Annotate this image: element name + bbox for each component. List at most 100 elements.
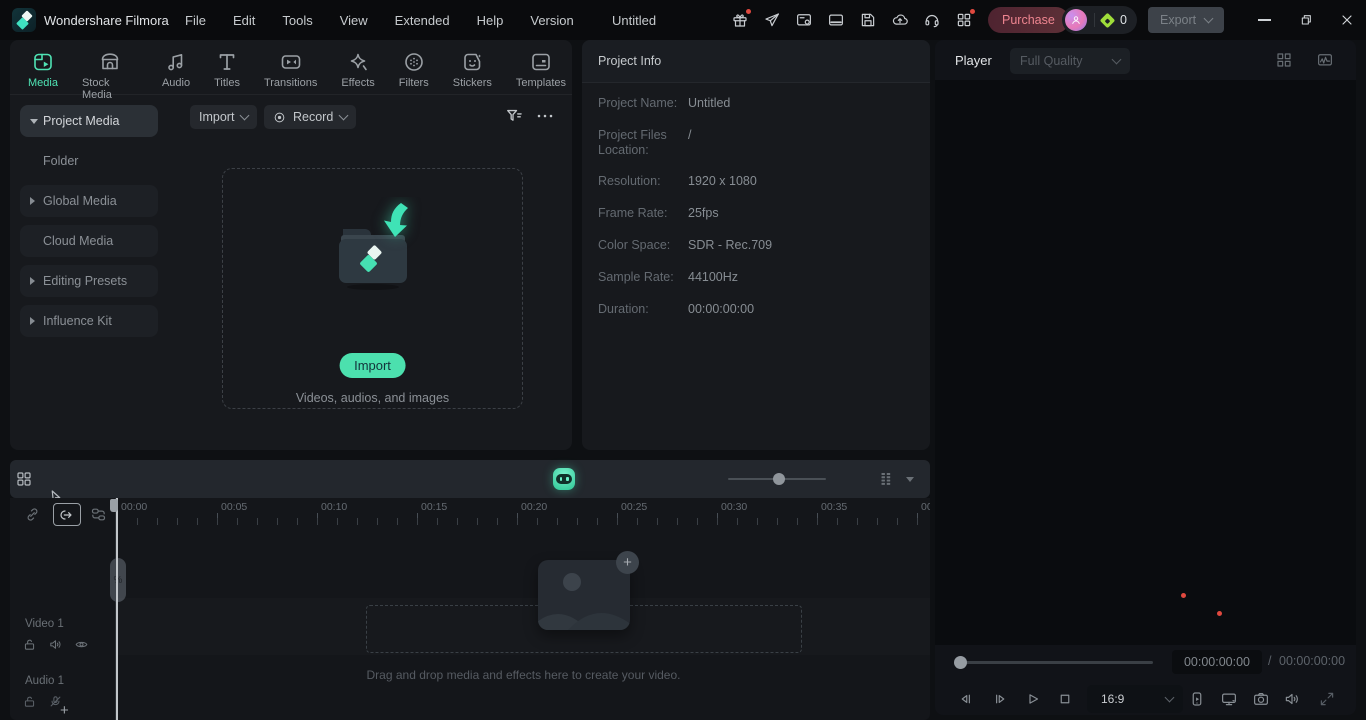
titles-tab-icon xyxy=(219,54,235,70)
caret-right-icon[interactable] xyxy=(30,277,35,285)
menu-view[interactable]: View xyxy=(340,13,368,28)
tab-media[interactable]: Media xyxy=(22,46,64,105)
video-visibility-button[interactable] xyxy=(74,637,89,652)
caret-right-icon[interactable] xyxy=(30,317,35,325)
save-icon[interactable] xyxy=(859,11,877,29)
import-button[interactable]: Import xyxy=(339,353,406,378)
menu-edit[interactable]: Edit xyxy=(233,13,255,28)
close-button[interactable] xyxy=(1339,12,1355,28)
sidebar-item-editing-presets[interactable]: Editing Presets xyxy=(20,265,158,297)
pill-divider xyxy=(1094,13,1095,27)
speaker-icon xyxy=(50,640,61,649)
tab-label: Audio xyxy=(161,77,191,89)
tab-label: Stickers xyxy=(452,77,492,89)
sidebar-item-label: Folder xyxy=(43,154,79,168)
apps-grid-icon[interactable] xyxy=(955,9,975,29)
menu-extended[interactable]: Extended xyxy=(395,13,450,28)
export-label: Export xyxy=(1160,13,1197,27)
minimize-button[interactable] xyxy=(1258,19,1271,21)
tab-effects[interactable]: Effects xyxy=(335,46,380,105)
info-value: 44100Hz xyxy=(688,270,739,284)
chevron-down-icon xyxy=(1111,54,1122,65)
tab-audio[interactable]: Audio xyxy=(156,46,196,105)
video-mute-button[interactable] xyxy=(48,637,63,652)
timeline-resize-handle[interactable]: % xyxy=(110,558,126,602)
quality-dropdown[interactable]: Full Quality xyxy=(1010,48,1130,74)
sidebar-item-label: Project Media xyxy=(43,114,120,128)
audio-lock-button[interactable] xyxy=(22,694,37,709)
zoom-slider-handle[interactable] xyxy=(773,473,785,485)
caret-down-icon[interactable] xyxy=(30,118,38,124)
tab-stickers[interactable]: Stickers xyxy=(447,46,498,105)
menu-version[interactable]: Version xyxy=(530,13,573,28)
tab-templates[interactable]: Templates xyxy=(510,46,572,105)
filter-button[interactable] xyxy=(504,106,524,126)
track-view-button[interactable] xyxy=(877,470,895,488)
info-label: Color Space: xyxy=(598,238,671,252)
media-tabs: Media Stock Media Audio Titles Transitio… xyxy=(22,46,572,105)
tab-transitions[interactable]: Transitions xyxy=(258,46,323,105)
cloud-upload-icon[interactable] xyxy=(891,11,909,29)
tab-stock-media[interactable]: Stock Media xyxy=(76,46,144,105)
sidebar-item-project-media[interactable]: Project Media xyxy=(20,105,158,137)
ruler-label: 00:05 xyxy=(221,501,248,513)
gift-icon[interactable] xyxy=(731,9,751,29)
plus-icon: + xyxy=(60,702,69,719)
ruler-minor-ticks xyxy=(117,518,930,525)
restore-button[interactable] xyxy=(1298,12,1314,28)
plus-icon: + xyxy=(623,554,632,571)
import-drop-area[interactable]: Import Videos, audios, and images xyxy=(222,168,523,409)
menu-bar: File Edit Tools View Extended Help Versi… xyxy=(185,0,574,40)
sidebar-item-global-media[interactable]: Global Media xyxy=(20,185,158,217)
media-tab-icon xyxy=(34,53,52,71)
player-title: Player xyxy=(955,53,992,68)
timeline-toolbar: AI xyxy=(10,460,1222,720)
sidebar-item-influence-kit[interactable]: Influence Kit xyxy=(20,305,158,337)
ai-copilot-button[interactable] xyxy=(553,468,575,490)
add-track-button[interactable]: + xyxy=(60,702,69,719)
auto-ripple-button[interactable] xyxy=(53,503,81,526)
video-lock-button[interactable] xyxy=(22,637,37,652)
tab-filters[interactable]: Filters xyxy=(393,46,435,105)
copilot-face-icon xyxy=(556,474,572,484)
ruler-label: 00:00 xyxy=(121,501,148,513)
timeline-area: 00:00 00:05 00:10 00:15 00:20 00:25 00:3… xyxy=(10,498,930,720)
export-button[interactable]: Export xyxy=(1148,7,1225,33)
tab-titles[interactable]: Titles xyxy=(208,46,246,105)
toolbar-mode-icon[interactable] xyxy=(827,11,845,29)
ruler-label: 00:35 xyxy=(821,501,848,513)
avatar[interactable] xyxy=(1065,9,1087,31)
import-dropdown[interactable]: Import xyxy=(190,105,258,129)
screen-record-icon[interactable] xyxy=(795,11,813,29)
menu-help[interactable]: Help xyxy=(477,13,504,28)
record-dropdown-label: Record xyxy=(293,110,334,124)
tabs-divider xyxy=(10,94,572,95)
track-view-caret-icon[interactable] xyxy=(906,477,914,482)
player-layout-button[interactable] xyxy=(1275,51,1293,69)
track-manager-button[interactable] xyxy=(90,506,107,523)
record-dropdown[interactable]: Record xyxy=(264,105,357,129)
menu-file[interactable]: File xyxy=(185,13,206,28)
sidebar-item-folder[interactable]: Folder xyxy=(20,145,158,177)
add-media-badge[interactable]: + xyxy=(616,551,639,574)
info-label: Project Name: xyxy=(598,96,678,110)
purchase-button[interactable]: Purchase xyxy=(988,7,1069,33)
sidebar-item-cloud-media[interactable]: Cloud Media xyxy=(20,225,158,257)
support-headset-icon[interactable] xyxy=(923,11,941,29)
project-info-row: Project Files Location: / xyxy=(598,128,691,158)
more-options-button[interactable] xyxy=(536,110,554,122)
scopes-button[interactable] xyxy=(1316,51,1334,69)
chevron-down-icon xyxy=(338,110,349,121)
audio-tab-icon xyxy=(168,54,183,71)
account-pill[interactable]: 0 xyxy=(1062,6,1137,34)
info-value: 25fps xyxy=(688,206,719,220)
video-track-label: Video 1 xyxy=(25,618,64,630)
playhead-handle[interactable] xyxy=(110,499,118,512)
menu-tools[interactable]: Tools xyxy=(282,13,312,28)
audio-track-label: Audio 1 xyxy=(25,675,65,687)
app-logo-icon xyxy=(12,8,36,32)
caret-right-icon[interactable] xyxy=(30,197,35,205)
playhead-line[interactable] xyxy=(116,498,118,720)
send-feedback-icon[interactable] xyxy=(763,11,781,29)
link-clips-button[interactable] xyxy=(24,506,41,523)
